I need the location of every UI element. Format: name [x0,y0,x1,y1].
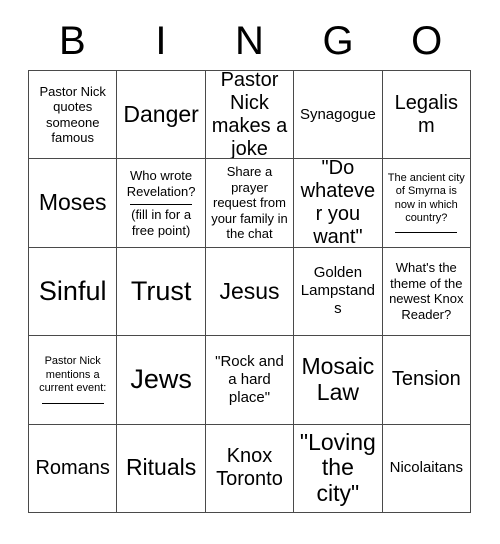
bingo-square-label: "Rock and a hard place" [215,352,284,406]
bingo-square-label: Pastor Nick mentions a current event: [39,355,107,395]
bingo-header-letter-i: I [155,19,167,63]
bingo-square[interactable]: Mosaic Law [294,336,383,425]
bingo-square[interactable]: Synagogue [294,71,383,160]
bingo-square-sublabel: (fill in for a free point) [131,207,192,238]
bingo-square-label: Share a prayer request from your family … [211,164,288,242]
bingo-square[interactable]: Danger [117,71,206,160]
bingo-square-label: Nicolaitans [389,459,463,477]
bingo-square[interactable]: The ancient city of Smyrna is now in whi… [382,159,471,248]
bingo-square-label: Jews [130,364,192,395]
bingo-square-label: Legalism [394,91,458,137]
bingo-square-label: Synagogue [299,105,376,123]
bingo-square-label: The ancient city of Smyrna is now in whi… [387,171,465,224]
bingo-square-label: Trust [130,275,192,306]
bingo-square[interactable]: Tension [382,336,471,425]
bingo-square[interactable]: "Rock and a hard place" [205,336,295,425]
bingo-square[interactable]: Pastor Nick mentions a current event: [29,336,118,425]
bingo-header-letter-b: B [58,19,86,63]
bingo-square[interactable]: Who wrote Revelation? (fill in for a free… [117,159,206,248]
bingo-square-label: Jesus [219,277,280,304]
bingo-square[interactable]: Moses [29,159,118,248]
bingo-square[interactable]: Knox Toronto [205,424,295,513]
bingo-square[interactable]: Nicolaitans [382,424,471,513]
bingo-square[interactable]: Pastor Nick makes a joke [205,71,295,160]
bingo-square[interactable]: Pastor Nick quotes someone famous [29,71,118,160]
bingo-square-label: Who wrote Revelation? [126,167,196,199]
bingo-square[interactable]: Legalism [382,71,471,160]
bingo-square-label: Golden Lampstands [300,264,375,318]
bingo-square-label: Rituals [125,454,197,481]
bingo-card: B I N G O Pastor Nick quotes someone fam… [0,0,500,544]
bingo-square-label: Pastor Nick makes a joke [211,71,288,160]
bingo-square-label: "Do whatever you want" [300,159,376,248]
bingo-square-label: Knox Toronto [216,445,283,491]
bingo-square-fill-in-line [41,402,104,404]
bingo-header-letter-o: O [411,19,443,63]
bingo-square-label: Danger [123,100,199,127]
bingo-grid: Pastor Nick quotes someone famous Danger P… [28,70,471,513]
bingo-square-label: Mosaic Law [301,353,375,405]
bingo-square[interactable]: What's the theme of the newest Knox Read… [382,247,471,337]
bingo-square[interactable]: Jesus [205,247,295,337]
bingo-square-label: Pastor Nick quotes someone famous [39,83,106,146]
bingo-square-label: Romans [35,456,110,479]
bingo-header-row: B I N G O [28,14,471,68]
bingo-square[interactable]: Golden Lampstands [294,247,383,337]
bingo-square[interactable]: Sinful [29,247,118,337]
bingo-square-label: Sinful [38,275,107,306]
bingo-header-letter-n: N [235,19,264,63]
bingo-square[interactable]: Romans [29,424,118,513]
bingo-square-fill-in-line [130,204,193,206]
bingo-square-fill-in-line [395,232,458,234]
bingo-square[interactable]: Share a prayer request from your family … [205,159,295,248]
bingo-square[interactable]: "Loving the city" [294,424,383,513]
bingo-header-letter-g: G [322,19,354,63]
bingo-square[interactable]: Jews [117,336,206,425]
bingo-square-label: What's the theme of the newest Knox Read… [389,260,464,323]
bingo-square-label: Moses [38,189,107,216]
bingo-square-label: "Loving the city" [299,428,376,507]
bingo-square-label: Tension [391,368,461,391]
bingo-square[interactable]: Rituals [117,424,206,513]
bingo-square[interactable]: "Do whatever you want" [294,159,383,248]
bingo-square[interactable]: Trust [117,247,206,337]
